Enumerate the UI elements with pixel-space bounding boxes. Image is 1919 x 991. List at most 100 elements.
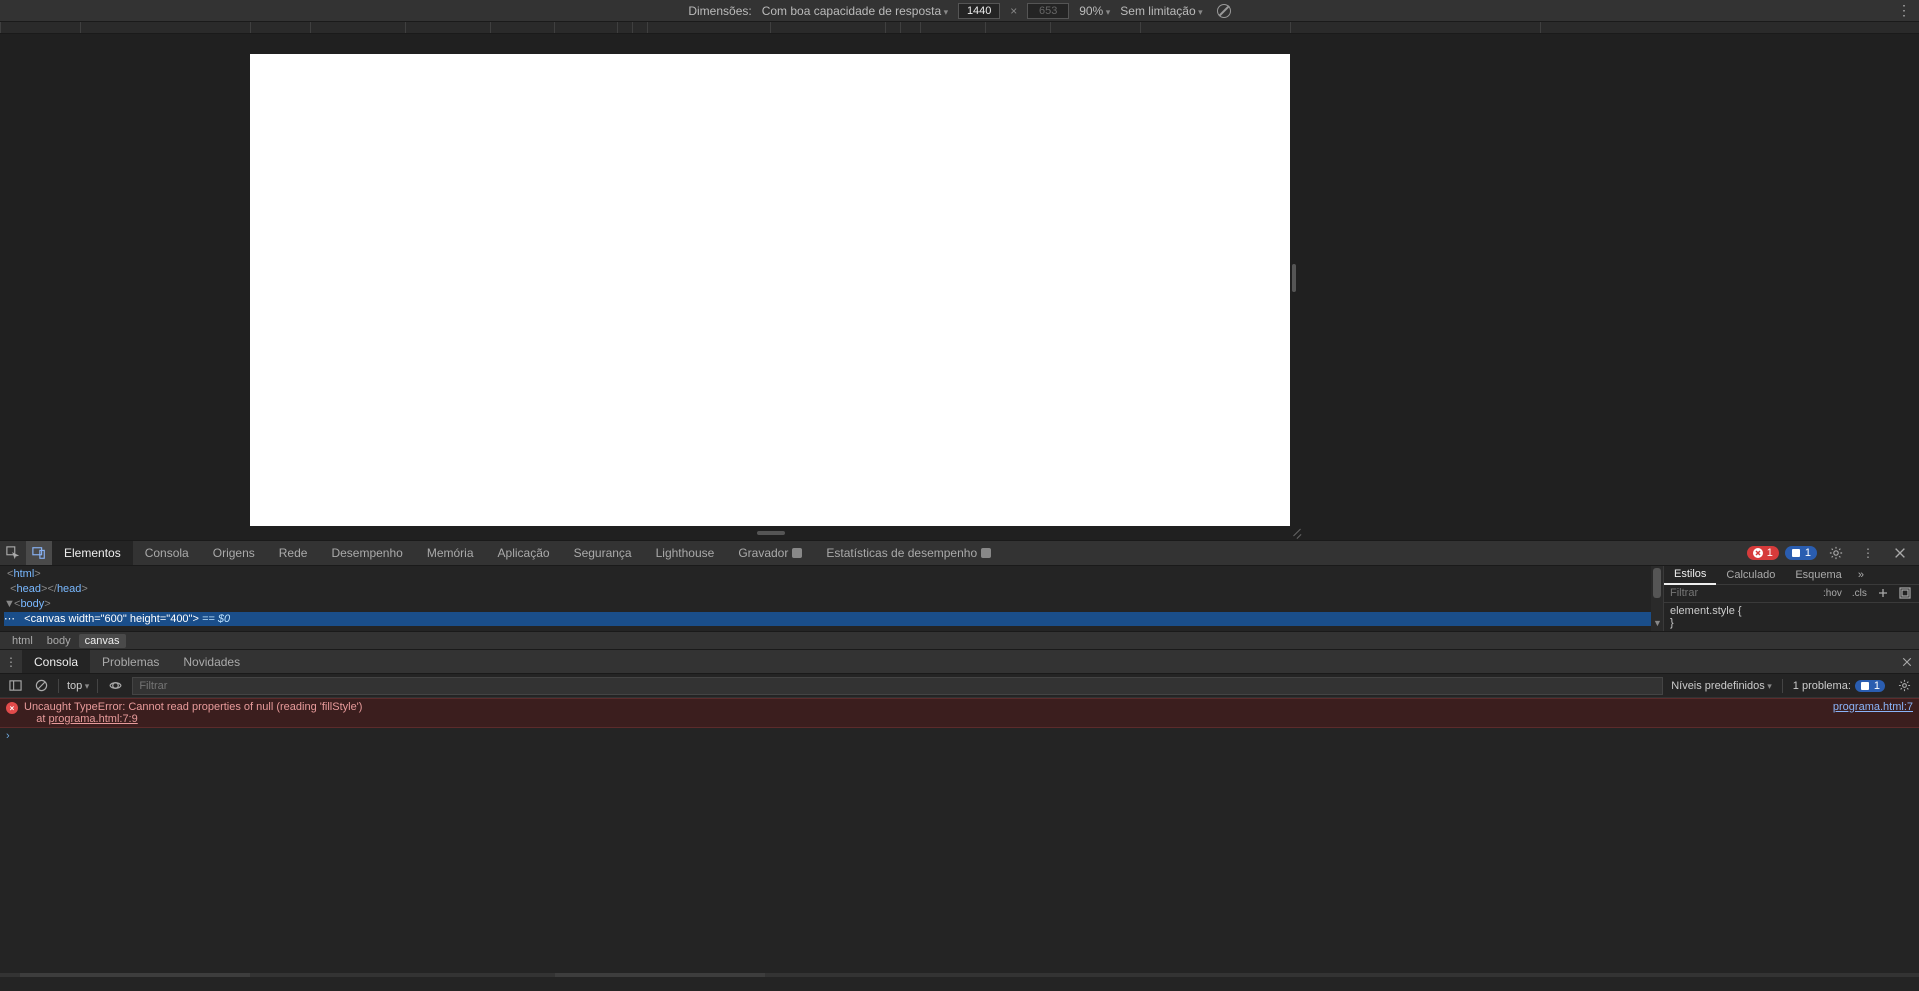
tab-label: Lighthouse — [656, 546, 715, 560]
elements-panel: ▼ <html> <head></head> ▼<body> ⋯ <canvas… — [0, 566, 1919, 632]
resize-handle-right[interactable] — [1292, 264, 1296, 292]
clear-console-icon[interactable] — [32, 677, 50, 695]
breadcrumb-canvas[interactable]: canvas — [79, 634, 126, 648]
close-drawer-icon[interactable] — [1895, 650, 1919, 673]
width-input[interactable] — [958, 3, 1000, 19]
preview-badge-icon — [981, 548, 991, 558]
styles-rules[interactable]: element.style { } — [1664, 603, 1919, 631]
tab-consola[interactable]: Consola — [133, 541, 201, 565]
inspect-element-icon[interactable] — [0, 541, 26, 565]
cls-toggle[interactable]: .cls — [1847, 588, 1872, 599]
viewport-area — [0, 34, 1919, 540]
styles-tab-esquema[interactable]: Esquema — [1785, 566, 1851, 584]
breadcrumb-body[interactable]: body — [41, 634, 77, 648]
styles-filter-input[interactable] — [1664, 587, 1818, 599]
hov-toggle[interactable]: :hov — [1818, 588, 1847, 599]
toggle-sidebar-icon[interactable] — [6, 677, 24, 695]
devtools-tabbar: Elementos Consola Origens Rede Desempenho Mem… — [0, 540, 1919, 566]
tab-rede[interactable]: Rede — [267, 541, 320, 565]
device-toolbar-menu-icon[interactable]: ⋮ — [1897, 2, 1911, 19]
tab-label: Desempenho — [331, 546, 402, 560]
resize-handle-bottom[interactable] — [757, 531, 785, 535]
breadcrumb-html[interactable]: html — [6, 634, 39, 648]
drawer-tab-novidades[interactable]: Novidades — [171, 650, 252, 673]
problems-count: 1 — [1874, 680, 1880, 692]
dom-scrollbar[interactable]: ▼ — [1651, 566, 1663, 631]
error-icon: × — [6, 702, 18, 714]
tab-label: Origens — [213, 546, 255, 560]
styles-tab-calculado[interactable]: Calculado — [1716, 566, 1785, 584]
tab-elementos[interactable]: Elementos — [52, 541, 133, 565]
tab-label: Gravador — [738, 546, 788, 560]
console-output[interactable]: × Uncaught TypeError: Cannot read proper… — [0, 698, 1919, 991]
dom-tree[interactable]: ▼ <html> <head></head> ▼<body> ⋯ <canvas… — [0, 566, 1663, 631]
computed-toggle-icon[interactable] — [1894, 587, 1916, 599]
ruler — [0, 22, 1919, 34]
issue-count-badge[interactable]: 1 — [1785, 546, 1817, 560]
console-prompt[interactable] — [0, 728, 1919, 744]
drawer-tab-consola[interactable]: Consola — [22, 650, 90, 673]
log-levels-dropdown[interactable]: Níveis predefinidos — [1671, 680, 1772, 692]
height-input[interactable] — [1027, 3, 1069, 19]
problems-label: 1 problema: — [1793, 680, 1851, 692]
bottom-edge — [0, 973, 1919, 977]
device-toolbar: Dimensões: Com boa capacidade de respost… — [0, 0, 1919, 22]
styles-pane: EstilosCalculadoEsquema» :hov .cls eleme… — [1663, 566, 1919, 631]
responsive-dropdown[interactable]: Com boa capacidade de resposta — [762, 4, 948, 18]
drawer-tab-problemas[interactable]: Problemas — [90, 650, 171, 673]
tab-label: Consola — [145, 546, 189, 560]
devtools-tabbar-right: 1 1 ⋮ — [1747, 541, 1919, 565]
error-source-link[interactable]: programa.html:7 — [1833, 701, 1913, 725]
console-error-row[interactable]: × Uncaught TypeError: Cannot read proper… — [0, 698, 1919, 728]
live-expression-icon[interactable] — [106, 677, 124, 695]
style-rule-selector: element.style { — [1670, 605, 1913, 617]
zoom-dropdown[interactable]: 90% — [1079, 4, 1110, 18]
style-rule-close: } — [1670, 617, 1913, 629]
tab-origens[interactable]: Origens — [201, 541, 267, 565]
drawer-menu-icon[interactable]: ⋮ — [0, 650, 22, 673]
error-message: Uncaught TypeError: Cannot read properti… — [24, 701, 1833, 725]
new-rule-icon[interactable] — [1872, 587, 1894, 599]
dom-breadcrumbs: htmlbodycanvas — [0, 632, 1919, 650]
error-count-badge[interactable]: 1 — [1747, 546, 1779, 560]
tab-label: Estatísticas de desempenho — [826, 546, 977, 560]
toggle-device-icon[interactable] — [26, 541, 52, 565]
page-viewport[interactable] — [250, 54, 1290, 526]
tab-label: Rede — [279, 546, 308, 560]
tab-aplicação[interactable]: Aplicação — [486, 541, 562, 565]
tab-memória[interactable]: Memória — [415, 541, 486, 565]
styles-tabs: EstilosCalculadoEsquema» — [1664, 566, 1919, 585]
tab-desempenho[interactable]: Desempenho — [319, 541, 414, 565]
drawer-tabs: ConsolaProblemasNovidades — [22, 650, 252, 673]
error-count: 1 — [1767, 547, 1773, 559]
settings-icon[interactable] — [1823, 546, 1849, 560]
preview-badge-icon — [792, 548, 802, 558]
close-devtools-icon[interactable] — [1887, 546, 1913, 560]
tab-label: Memória — [427, 546, 474, 560]
device-toolbar-center: Dimensões: Com boa capacidade de respost… — [688, 3, 1230, 19]
tab-label: Segurança — [574, 546, 632, 560]
tab-estatísticas-de-desempenho[interactable]: Estatísticas de desempenho — [814, 541, 1003, 565]
context-selector[interactable]: top — [67, 680, 89, 692]
devtools-menu-icon[interactable]: ⋮ — [1855, 546, 1881, 560]
tab-lighthouse[interactable]: Lighthouse — [644, 541, 727, 565]
rotate-icon[interactable] — [1217, 4, 1231, 18]
resize-handle-corner[interactable] — [1292, 529, 1302, 539]
dom-line-selected: ⋯ <canvas width="600" height="400"> == $… — [4, 612, 1663, 626]
dom-line: ▼<body> — [4, 598, 51, 610]
console-filter-input[interactable] — [132, 677, 1663, 695]
tab-segurança[interactable]: Segurança — [562, 541, 644, 565]
styles-tab-estilos[interactable]: Estilos — [1664, 566, 1716, 585]
console-settings-icon[interactable] — [1895, 677, 1913, 695]
tab-gravador[interactable]: Gravador — [726, 541, 814, 565]
error-stack-link[interactable]: programa.html:7:9 — [48, 713, 137, 725]
styles-filter-bar: :hov .cls — [1664, 585, 1919, 604]
styles-more-icon[interactable]: » — [1852, 566, 1870, 584]
drawer-tabbar: ⋮ ConsolaProblemasNovidades — [0, 650, 1919, 674]
problems-indicator[interactable]: 1 problema: 1 — [1793, 680, 1885, 692]
throttle-dropdown[interactable]: Sem limitação — [1120, 4, 1202, 18]
devtools-tabs: Elementos Consola Origens Rede Desempenho Mem… — [52, 541, 1747, 565]
dom-line: <head></head> — [4, 583, 88, 595]
dimensions-label: Dimensões: — [688, 4, 751, 18]
dom-line: <html> — [4, 568, 41, 580]
